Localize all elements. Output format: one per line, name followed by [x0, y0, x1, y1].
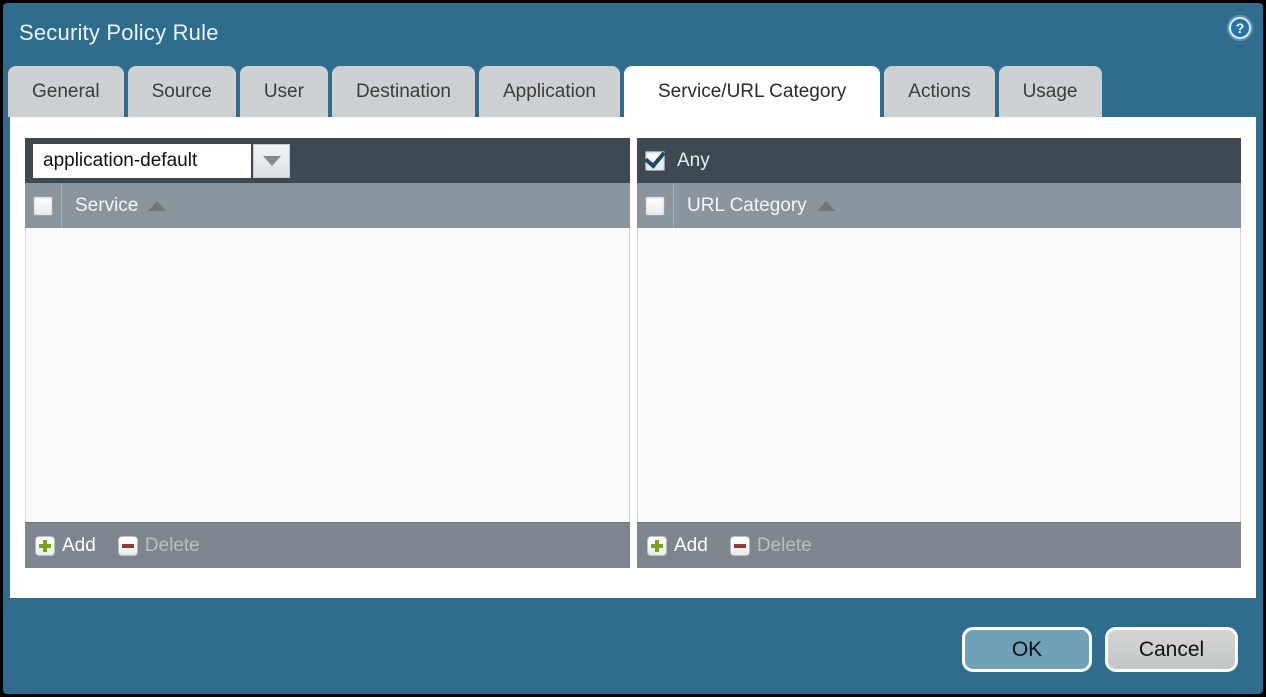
service-type-dropdown-input[interactable]	[33, 144, 251, 178]
tab-usage[interactable]: Usage	[999, 66, 1102, 117]
help-icon[interactable]: ?	[1229, 17, 1251, 39]
tab-bar: General Source User Destination Applicat…	[8, 66, 1258, 117]
service-select-all-checkbox[interactable]	[33, 196, 53, 216]
delete-icon	[118, 536, 138, 556]
delete-icon	[730, 536, 750, 556]
url-category-add-button[interactable]: Add	[647, 535, 708, 557]
tab-source[interactable]: Source	[128, 66, 236, 117]
url-category-footer: Add Delete	[637, 522, 1241, 568]
service-footer: Add Delete	[25, 522, 630, 568]
url-category-panel: Any URL Category Add Delete	[637, 138, 1241, 568]
sort-ascending-icon[interactable]	[817, 201, 835, 211]
service-column-label: Service	[75, 195, 138, 217]
service-panel: Service Add Delete	[25, 138, 630, 568]
tab-general[interactable]: General	[8, 66, 124, 117]
url-category-header-checkbox-cell	[637, 183, 674, 228]
url-category-select-all-checkbox[interactable]	[645, 196, 665, 216]
add-button-label: Add	[674, 535, 708, 557]
service-table-header: Service	[25, 183, 630, 228]
tab-destination[interactable]: Destination	[332, 66, 475, 117]
add-icon	[35, 536, 55, 556]
cancel-button[interactable]: Cancel	[1105, 627, 1238, 672]
service-toolbar	[25, 138, 630, 183]
service-header-checkbox-cell	[25, 183, 62, 228]
service-add-button[interactable]: Add	[35, 535, 96, 557]
service-delete-button[interactable]: Delete	[118, 535, 200, 557]
security-policy-rule-dialog: Security Policy Rule ? General Source Us…	[3, 3, 1263, 694]
ok-button[interactable]: OK	[962, 627, 1092, 672]
tab-content-area: Service Add Delete Any	[10, 117, 1256, 598]
url-category-toolbar: Any	[637, 138, 1241, 183]
url-category-column-label: URL Category	[687, 195, 807, 217]
tab-application[interactable]: Application	[479, 66, 620, 117]
url-category-table-header: URL Category	[637, 183, 1241, 228]
delete-button-label: Delete	[757, 535, 812, 557]
any-checkbox-label: Any	[677, 150, 710, 172]
url-category-column-header[interactable]: URL Category	[674, 183, 835, 228]
sort-ascending-icon[interactable]	[148, 201, 166, 211]
dialog-title: Security Policy Rule	[19, 20, 219, 46]
url-category-delete-button[interactable]: Delete	[730, 535, 812, 557]
tab-actions[interactable]: Actions	[884, 66, 994, 117]
service-list	[25, 228, 630, 522]
service-type-dropdown-button[interactable]	[253, 144, 290, 178]
service-column-header[interactable]: Service	[62, 183, 166, 228]
tab-user[interactable]: User	[240, 66, 328, 117]
url-category-list	[637, 228, 1241, 522]
delete-button-label: Delete	[145, 535, 200, 557]
any-checkbox[interactable]	[645, 151, 665, 171]
add-button-label: Add	[62, 535, 96, 557]
tab-service-url-category[interactable]: Service/URL Category	[624, 66, 880, 117]
chevron-down-icon	[263, 156, 281, 166]
add-icon	[647, 536, 667, 556]
